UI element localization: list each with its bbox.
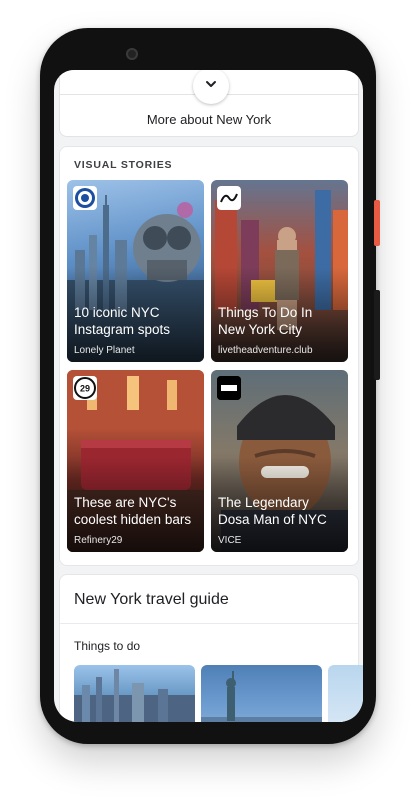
section-title: VISUAL STORIES: [74, 159, 173, 171]
thumbnail-skyline[interactable]: [74, 665, 195, 722]
story-source: VICE: [218, 535, 242, 546]
travel-guide-title[interactable]: New York travel guide: [74, 591, 229, 609]
story-card-instagram-spots[interactable]: 10 iconic NYC Instagram spots Lonely Pla…: [67, 180, 204, 362]
thumbnail-statue-of-liberty[interactable]: [201, 665, 322, 722]
lonely-planet-logo: [73, 186, 97, 210]
story-source: Refinery29: [74, 535, 123, 546]
things-to-do-heading: Things to do: [74, 639, 141, 653]
story-headline: 10 iconic NYC Instagram spots: [74, 305, 171, 337]
phone-screen: More about New York VISUAL STORIES 10 ic…: [54, 70, 363, 722]
divider: [60, 623, 358, 624]
story-headline: The Legendary Dosa Man of NYC: [218, 495, 327, 527]
thumbnail-partial[interactable]: [328, 665, 363, 722]
story-card-hidden-bars[interactable]: 29 These are NYC's coolest hidden bars R…: [67, 370, 204, 552]
refinery29-logo: 29: [73, 376, 97, 400]
story-source: Lonely Planet: [74, 345, 135, 356]
story-card-dosa-man[interactable]: The Legendary Dosa Man of NYC VICE: [211, 370, 348, 552]
story-headline: Things To Do In New York City: [218, 305, 313, 337]
visual-stories-card: VISUAL STORIES 10 iconic NYC Instagram s…: [59, 146, 359, 566]
more-about-link[interactable]: More about New York: [60, 112, 358, 127]
side-button-power: [374, 200, 380, 246]
vice-logo: [217, 376, 241, 400]
thumbnail-image-skyline: [74, 669, 195, 722]
svg-text:29: 29: [80, 384, 90, 394]
live-the-adventure-logo: [217, 186, 241, 210]
side-button-volume: [374, 290, 380, 380]
thumbnail-image-statue: [201, 671, 322, 722]
more-about-card: More about New York: [59, 70, 359, 137]
story-card-things-to-do[interactable]: Things To Do In New York City livetheadv…: [211, 180, 348, 362]
story-headline: These are NYC's coolest hidden bars: [74, 495, 192, 527]
expand-button[interactable]: [193, 70, 229, 104]
travel-guide-card[interactable]: New York travel guide Things to do: [59, 574, 363, 722]
front-camera: [126, 48, 138, 60]
chevron-down-icon: [204, 77, 218, 96]
story-source: livetheadventure.club: [218, 345, 313, 356]
